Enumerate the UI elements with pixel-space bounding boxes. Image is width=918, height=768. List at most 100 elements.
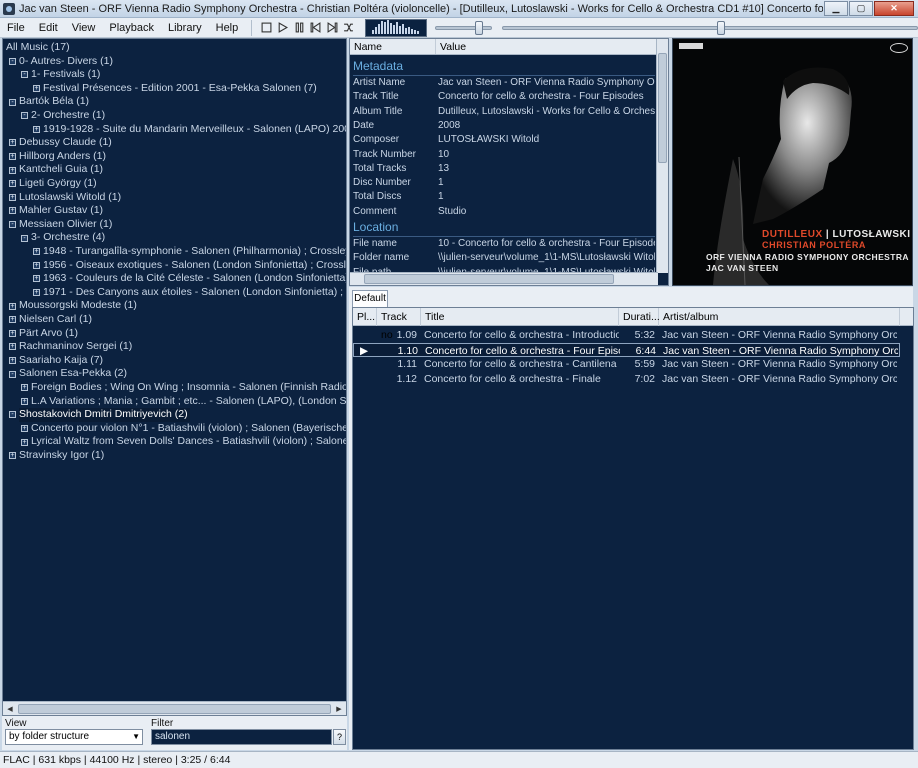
column-title[interactable]: Title	[421, 308, 619, 326]
tree-item[interactable]: + Lutoslawski Witold (1)	[9, 191, 123, 205]
property-row[interactable]: File name 10 - Concerto for cello & orche…	[353, 237, 655, 251]
playlist-row[interactable]: 1.11 Concerto for cello & orchestra - Can…	[353, 357, 900, 372]
expand-icon[interactable]: +	[21, 397, 28, 405]
expand-icon[interactable]: +	[9, 452, 16, 460]
expand-icon[interactable]: +	[9, 302, 16, 310]
playlist-row[interactable]: ▶ 1.10 Concerto for cello & orchestra - Fo…	[353, 342, 900, 357]
maximize-button[interactable]: ▢	[849, 0, 873, 16]
tree-item[interactable]: -3- Orchestre (4)	[21, 231, 107, 245]
tree-item[interactable]: +1971 - Des Canyons aux étoiles - Salone…	[33, 286, 346, 300]
expand-icon[interactable]: +	[33, 289, 40, 297]
playlist-tab-default[interactable]: Default	[352, 290, 388, 307]
tree-item[interactable]: + L.A Variations ; Mania ; Gambit ; etc..…	[21, 395, 346, 409]
tree-item[interactable]: + Moussorgski Modeste (1)	[9, 299, 139, 313]
expand-icon[interactable]: +	[33, 125, 40, 133]
next-icon[interactable]	[324, 20, 340, 36]
scroll-right-icon[interactable]: ▶	[332, 702, 346, 716]
scroll-thumb[interactable]	[658, 53, 667, 163]
tree-horizontal-scrollbar[interactable]: ◀ ▶	[3, 701, 346, 715]
expand-icon[interactable]: +	[9, 153, 16, 161]
column-playing[interactable]: Pl...	[353, 308, 377, 326]
properties-panel[interactable]: Name Value Metadata Artist Name Jac van St…	[349, 38, 669, 286]
tree-item[interactable]: + Foreign Bodies ; Wing On Wing ; Insomni…	[21, 381, 346, 395]
library-tree[interactable]: All Music (17) -0- Autres- Divers (1) -1- …	[2, 38, 347, 716]
tree-item[interactable]: -2- Orchestre (1)	[21, 109, 107, 123]
property-row[interactable]: Date 2008	[353, 119, 655, 133]
column-artist-album[interactable]: Artist/album	[659, 308, 900, 326]
expand-icon[interactable]: +	[21, 438, 28, 446]
property-row[interactable]: Track Number 10	[353, 148, 655, 162]
property-row[interactable]: Track Title Concerto for cello & orchestr…	[353, 90, 655, 104]
column-name[interactable]: Name	[350, 39, 436, 54]
expand-icon[interactable]: +	[33, 248, 40, 256]
expand-icon[interactable]: +	[9, 166, 16, 174]
volume-slider[interactable]	[435, 19, 492, 37]
tree-item[interactable]: + Pärt Arvo (1)	[9, 327, 80, 341]
minimize-button[interactable]: ▁	[824, 0, 848, 16]
filter-input[interactable]: salonen	[151, 729, 332, 745]
collapse-icon[interactable]: -	[21, 234, 28, 242]
seek-bar[interactable]	[501, 19, 918, 37]
menu-library[interactable]: Library	[161, 18, 209, 38]
expand-icon[interactable]: +	[33, 85, 40, 93]
tree-item[interactable]: -1- Festivals (1)	[21, 68, 102, 82]
collapse-icon[interactable]: -	[9, 411, 16, 419]
property-row[interactable]: Total Tracks 13	[353, 162, 655, 176]
tree-item[interactable]: + Kantcheli Guia (1)	[9, 163, 105, 177]
column-value[interactable]: Value	[436, 39, 658, 54]
menu-help[interactable]: Help	[209, 18, 246, 38]
column-duration[interactable]: Durati...	[619, 308, 660, 326]
collapse-icon[interactable]: -	[9, 221, 16, 229]
volume-thumb[interactable]	[475, 20, 484, 35]
pause-icon[interactable]	[291, 20, 307, 36]
tree-item[interactable]: +1948 - Turangalîla-symphonie - Salonen …	[33, 245, 346, 259]
property-row[interactable]: Folder name \\julien-serveur\volume_1\1-M…	[353, 251, 655, 265]
tree-item[interactable]: + Debussy Claude (1)	[9, 136, 114, 150]
random-icon[interactable]	[341, 20, 357, 36]
stop-icon[interactable]	[258, 20, 274, 36]
tree-item[interactable]: +1919-1928 - Suite du Mandarin Merveille…	[33, 123, 346, 137]
properties-vertical-scrollbar[interactable]	[656, 39, 668, 273]
view-select[interactable]: by folder structure ▼	[5, 729, 143, 745]
expand-icon[interactable]: +	[21, 384, 28, 392]
menu-edit[interactable]: Edit	[32, 18, 65, 38]
menu-file[interactable]: File	[0, 18, 32, 38]
property-row[interactable]: Total Discs 1	[353, 190, 655, 204]
property-row[interactable]: Composer LUTOSŁAWSKI Witold	[353, 133, 655, 147]
tree-item[interactable]: + Lyrical Waltz from Seven Dolls' Dances …	[21, 435, 346, 449]
expand-icon[interactable]: +	[9, 329, 16, 337]
property-row[interactable]: Artist Name Jac van Steen - ORF Vienna Ra…	[353, 76, 655, 90]
tree-item[interactable]: + Festival Présences - Edition 2001 - Esa…	[33, 82, 319, 96]
property-row[interactable]: Comment Studio	[353, 205, 655, 219]
play-icon[interactable]	[275, 20, 291, 36]
playlist-row[interactable]: 1.09 Concerto for cello & orchestra - Int…	[353, 328, 900, 343]
filter-help-button[interactable]: ?	[333, 729, 346, 745]
tree-item[interactable]: All Music (17)	[6, 41, 72, 55]
tree-item[interactable]: + Ligeti György (1)	[9, 177, 99, 191]
tree-item[interactable]: + Hillborg Anders (1)	[9, 150, 108, 164]
expand-icon[interactable]: +	[9, 180, 16, 188]
expand-icon[interactable]: +	[33, 261, 40, 269]
menu-playback[interactable]: Playback	[102, 18, 161, 38]
seek-thumb[interactable]	[716, 20, 725, 35]
spectrum-visualizer[interactable]	[365, 18, 428, 37]
collapse-icon[interactable]: -	[9, 57, 16, 65]
scroll-thumb[interactable]	[18, 703, 331, 714]
tree-item[interactable]: -0- Autres- Divers (1)	[9, 55, 115, 69]
property-row[interactable]: Album Title Dutilleux, Lutoslawski - Work…	[353, 105, 655, 119]
tree-item[interactable]: + Stravinsky Igor (1)	[9, 449, 106, 463]
app-icon[interactable]	[3, 2, 15, 15]
tree-item[interactable]: - Shostakovich Dmitri Dmitriyevich (2)	[9, 408, 190, 422]
expand-icon[interactable]: +	[9, 343, 16, 351]
tree-item[interactable]: - Bartók Béla (1)	[9, 95, 91, 109]
collapse-icon[interactable]: -	[9, 370, 16, 378]
previous-icon[interactable]	[308, 20, 324, 36]
expand-icon[interactable]: +	[9, 357, 16, 365]
expand-icon[interactable]: +	[9, 207, 16, 215]
collapse-icon[interactable]: -	[21, 112, 28, 120]
tree-item[interactable]: + Concerto pour violon N°1 - Batiashvili …	[21, 422, 346, 436]
close-button[interactable]: ✕	[874, 0, 914, 16]
collapse-icon[interactable]: -	[9, 98, 16, 106]
properties-horizontal-scrollbar[interactable]	[350, 272, 658, 285]
tree-item[interactable]: +1963 - Couleurs de la Cité Céleste - Sa…	[33, 272, 346, 286]
